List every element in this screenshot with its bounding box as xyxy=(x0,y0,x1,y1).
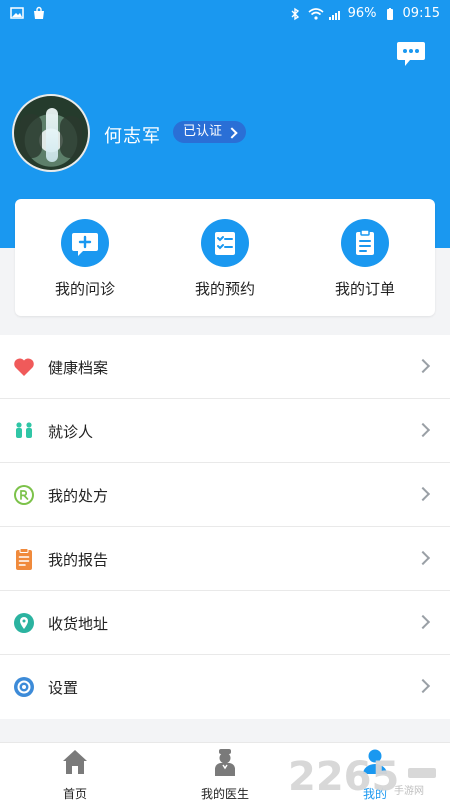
chevron-right-icon xyxy=(415,486,431,502)
quick-action-label: 我的预约 xyxy=(194,280,255,298)
chevron-right-icon xyxy=(415,358,431,374)
appointment-icon xyxy=(201,219,249,267)
status-right: 96% 09:15 xyxy=(288,6,440,21)
verified-badge[interactable]: 已认证 xyxy=(173,121,247,143)
message-button[interactable] xyxy=(396,40,426,68)
menu-list: 健康档案 就诊人 我的处方 我的报告 收货地址 设置 xyxy=(0,335,450,719)
menu-item-report[interactable]: 我的报告 xyxy=(0,527,450,591)
image-icon xyxy=(10,6,24,20)
menu-item-prescription[interactable]: 我的处方 xyxy=(0,463,450,527)
order-icon xyxy=(341,219,389,267)
verified-label: 已认证 xyxy=(183,124,223,139)
patients-icon xyxy=(12,419,36,443)
chevron-right-icon xyxy=(226,126,238,139)
quick-action-label: 我的订单 xyxy=(334,280,395,298)
quick-action-appointment[interactable]: 我的预约 xyxy=(165,219,285,299)
menu-item-label: 我的处方 xyxy=(48,487,109,505)
svg-text:2265: 2265 xyxy=(288,754,399,798)
doctor-icon xyxy=(210,747,240,777)
prescription-icon xyxy=(12,483,36,507)
home-icon xyxy=(60,747,90,777)
menu-item-label: 我的报告 xyxy=(48,551,109,569)
chat-bubble-icon xyxy=(397,42,425,66)
avatar[interactable] xyxy=(12,94,90,172)
battery-icon xyxy=(383,7,397,21)
menu-item-patients[interactable]: 就诊人 xyxy=(0,399,450,463)
tab-label: 首页 xyxy=(62,787,87,800)
settings-icon xyxy=(12,675,36,699)
menu-item-label: 健康档案 xyxy=(48,359,109,377)
consultation-icon xyxy=(61,219,109,267)
watermark-logo: 2265 手游网 xyxy=(288,754,436,800)
tab-home[interactable]: 首页 xyxy=(15,747,135,800)
chevron-right-icon xyxy=(415,550,431,566)
menu-item-label: 就诊人 xyxy=(48,423,94,441)
chevron-right-icon xyxy=(415,422,431,438)
watermark: 2265 手游网 xyxy=(288,750,448,800)
quick-actions-card: 我的问诊 我的预约 我的订单 xyxy=(15,199,435,316)
heart-icon xyxy=(12,355,36,379)
tab-label: 我的医生 xyxy=(200,787,249,800)
menu-item-address[interactable]: 收货地址 xyxy=(0,591,450,655)
wifi-icon xyxy=(308,7,324,21)
quick-action-order[interactable]: 我的订单 xyxy=(305,219,425,299)
menu-item-label: 收货地址 xyxy=(48,615,109,633)
quick-action-consultation[interactable]: 我的问诊 xyxy=(25,219,145,299)
signal-icon xyxy=(328,7,342,21)
tab-my-doctor[interactable]: 我的医生 xyxy=(165,747,285,800)
menu-item-health-record[interactable]: 健康档案 xyxy=(0,335,450,399)
svg-text:手游网: 手游网 xyxy=(394,784,424,797)
user-name: 何志军 xyxy=(104,126,161,147)
status-bar: 96% 09:15 xyxy=(0,0,450,28)
bag-icon xyxy=(32,6,46,20)
status-left-icons xyxy=(10,6,46,20)
status-time: 09:15 xyxy=(402,6,440,21)
menu-item-label: 设置 xyxy=(48,679,79,697)
quick-action-label: 我的问诊 xyxy=(54,280,115,298)
menu-item-settings[interactable]: 设置 xyxy=(0,655,450,719)
chevron-right-icon xyxy=(415,614,431,630)
bluetooth-icon xyxy=(288,7,302,21)
chevron-right-icon xyxy=(415,678,431,694)
location-icon xyxy=(12,611,36,635)
report-icon xyxy=(12,547,36,571)
battery-percent: 96% xyxy=(347,6,377,21)
